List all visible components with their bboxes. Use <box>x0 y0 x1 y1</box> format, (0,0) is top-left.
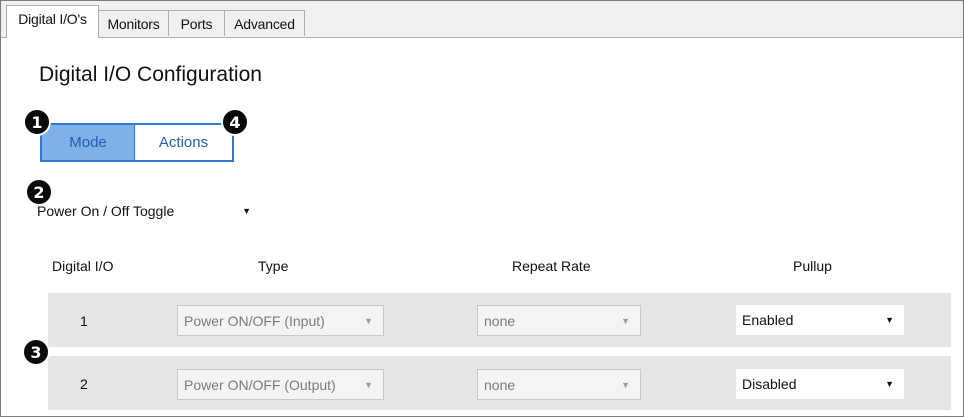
callout-2-icon: 2 <box>25 178 53 206</box>
tab-monitors[interactable]: Monitors <box>98 10 169 36</box>
type-dropdown[interactable]: Power ON/OFF (Output) ▼ <box>177 369 384 400</box>
repeat-rate-dropdown[interactable]: none ▼ <box>477 369 641 400</box>
column-header-repeat-rate: Repeat Rate <box>512 258 591 274</box>
column-header-type: Type <box>258 258 289 274</box>
pullup-value: Disabled <box>742 376 797 392</box>
repeat-rate-dropdown[interactable]: none ▼ <box>477 305 641 336</box>
pullup-value: Enabled <box>742 312 794 328</box>
tab-label: Ports <box>180 15 213 32</box>
callout-4-icon: 4 <box>221 108 249 136</box>
callout-1-icon: 1 <box>23 108 51 136</box>
type-value: Power ON/OFF (Output) <box>184 376 336 393</box>
tab-digital-io[interactable]: Digital I/O's <box>6 5 99 38</box>
chevron-down-icon: ▼ <box>885 315 894 325</box>
tab-ports[interactable]: Ports <box>168 10 225 36</box>
chevron-down-icon: ▼ <box>621 379 630 390</box>
table-row: 2 Power ON/OFF (Output) ▼ none ▼ Disable… <box>48 356 951 410</box>
table-row: 1 Power ON/OFF (Input) ▼ none ▼ Enabled … <box>48 293 951 347</box>
tab-label: Monitors <box>107 15 160 32</box>
chevron-down-icon: ▼ <box>364 379 373 390</box>
window-frame: Digital I/O's Monitors Ports Advanced Di… <box>0 0 964 417</box>
preset-value: Power On / Off Toggle <box>37 203 175 219</box>
repeat-rate-value: none <box>484 376 516 393</box>
preset-dropdown[interactable]: Power On / Off Toggle ▼ <box>31 196 263 226</box>
actions-button[interactable]: Actions <box>134 123 234 162</box>
page-title: Digital I/O Configuration <box>39 63 262 86</box>
chevron-down-icon: ▼ <box>364 315 373 326</box>
chevron-down-icon: ▼ <box>621 315 630 326</box>
type-value: Power ON/OFF (Input) <box>184 312 325 329</box>
row-number: 1 <box>80 313 88 329</box>
mode-button[interactable]: Mode <box>40 123 136 162</box>
type-dropdown[interactable]: Power ON/OFF (Input) ▼ <box>177 305 384 336</box>
repeat-rate-value: none <box>484 312 516 329</box>
tab-advanced[interactable]: Advanced <box>224 10 305 36</box>
column-header-pullup: Pullup <box>793 258 832 274</box>
tab-label: Digital I/O's <box>18 11 87 27</box>
chevron-down-icon: ▼ <box>885 379 894 389</box>
callout-3-icon: 3 <box>22 338 50 366</box>
tab-label: Advanced <box>234 15 295 32</box>
chevron-down-icon: ▼ <box>242 206 251 216</box>
column-header-digital-io: Digital I/O <box>52 258 114 274</box>
row-number: 2 <box>80 376 88 392</box>
tab-bar: Digital I/O's Monitors Ports Advanced <box>1 1 963 38</box>
pullup-dropdown[interactable]: Disabled ▼ <box>736 369 904 399</box>
pullup-dropdown[interactable]: Enabled ▼ <box>736 305 904 335</box>
